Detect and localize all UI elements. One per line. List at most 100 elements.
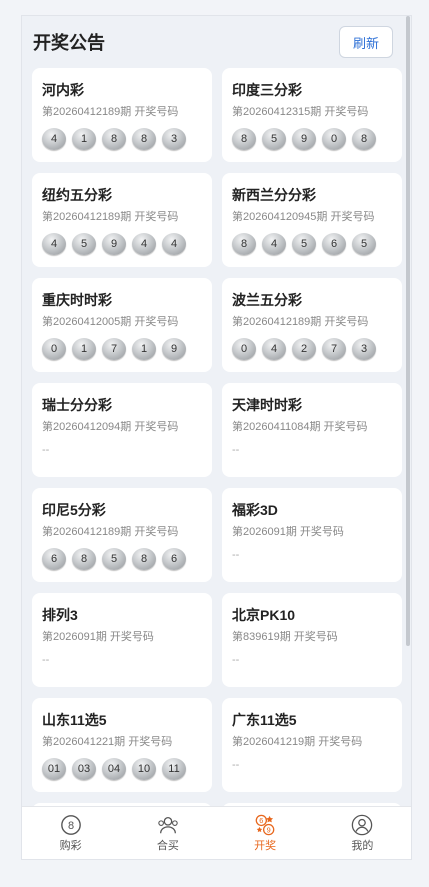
result-balls: 68586 <box>42 548 201 570</box>
tab-draw-results[interactable]: 6 9 开奖 <box>217 807 314 859</box>
refresh-button[interactable]: 刷新 <box>339 26 393 58</box>
group-icon <box>158 816 178 833</box>
lottery-name: 山东11选5 <box>42 712 107 728</box>
tab-label: 我的 <box>351 839 374 852</box>
result-ball: 6 <box>162 548 186 570</box>
lottery-issue: 第20260412189期 开奖号码 <box>42 526 179 538</box>
result-ball: 5 <box>72 233 96 255</box>
result-ball: 10 <box>132 758 156 780</box>
result-ball: 8 <box>352 128 376 150</box>
result-ball: 4 <box>262 233 286 255</box>
lottery-issue: 第839619期 开奖号码 <box>232 631 338 643</box>
no-result-placeholder: -- <box>42 444 50 456</box>
result-ball: 7 <box>322 338 346 360</box>
result-ball: 0 <box>322 128 346 150</box>
result-ball: 0 <box>232 338 256 360</box>
result-ball: 8 <box>72 548 96 570</box>
svg-text:8: 8 <box>68 820 74 832</box>
lottery-card[interactable]: 北京PK10 第839619期 开奖号码 -- <box>222 593 402 687</box>
lottery-name: 波兰五分彩 <box>232 292 302 308</box>
app-frame: 开奖公告 刷新 河内彩 第20260412189期 开奖号码 4 1 8 8 3 印度三分彩第… <box>21 15 412 860</box>
lottery-card[interactable]: 印度三分彩 第20260412315期 开奖号码 8 5 9 0 8 <box>222 68 402 162</box>
result-ball: 3 <box>352 338 376 360</box>
result-ball: 3 <box>162 128 186 150</box>
result-ball: 4 <box>132 233 156 255</box>
result-ball: 9 <box>162 338 186 360</box>
result-balls: 01 03 04 10 11 <box>42 758 201 780</box>
result-ball: 1 <box>72 128 96 150</box>
lottery-issue: 第20260412189期 开奖号码 <box>42 106 179 118</box>
result-ball: 9 <box>102 233 126 255</box>
result-balls: 01719 <box>42 338 201 360</box>
lottery-card[interactable]: 排列3 第2026091期 开奖号码 -- <box>32 593 212 687</box>
result-ball: 8 <box>132 548 156 570</box>
lottery-issue: 第20260412315期 开奖号码 <box>232 106 369 118</box>
no-result-placeholder: -- <box>232 444 240 456</box>
result-balls: 41883 <box>42 128 201 150</box>
tab-buy[interactable]: 8 购彩 <box>22 807 119 859</box>
lottery-issue: 第20260412094期 开奖号码 <box>42 421 179 433</box>
header: 开奖公告 刷新 <box>22 16 403 68</box>
lottery-name: 纽约五分彩 <box>42 187 112 203</box>
lottery-issue: 第2026041219期 开奖号码 <box>232 736 363 748</box>
lottery-card[interactable]: 新西兰分分彩 第20260412094​5期 开奖号码 8 4 5 6 5 <box>222 173 402 267</box>
tab-profile[interactable]: 我的 <box>314 807 411 859</box>
lottery-ball-icon: 8 <box>60 814 81 835</box>
lottery-card[interactable]: 波兰五分彩 第20260412189期 开奖号码 0 4 2 7 3 <box>222 278 402 372</box>
no-result-placeholder: -- <box>232 759 240 771</box>
lottery-name: 排列3 <box>42 607 78 623</box>
result-ball: 1 <box>72 338 96 360</box>
result-ball: 8 <box>232 233 256 255</box>
result-balls: 04273 <box>232 338 391 360</box>
lottery-card[interactable]: 纽约五分彩 第20260412189期 开奖号码 4 5 9 4 4 <box>32 173 212 267</box>
lottery-name: 重庆时时彩 <box>42 292 112 308</box>
result-ball: 5 <box>352 233 376 255</box>
tab-label: 合买 <box>156 839 179 852</box>
lottery-card[interactable]: 印尼5分彩 第20260412189期 开奖号码 6 8 5 8 6 <box>32 488 212 582</box>
lottery-name: 印度三分彩 <box>232 82 302 98</box>
result-balls: 45944 <box>42 233 201 255</box>
result-ball: 2 <box>292 338 316 360</box>
tab-group-buy[interactable]: 合买 <box>119 807 216 859</box>
lottery-card[interactable]: 福彩3D 第2026091期 开奖号码 -- <box>222 488 402 582</box>
result-ball: 5 <box>262 128 286 150</box>
lottery-card[interactable]: 重庆时时彩 第20260412005期 开奖号码 0 1 7 1 9 <box>32 278 212 372</box>
result-ball: 6 <box>42 548 66 570</box>
svg-text:6: 6 <box>259 816 263 825</box>
lottery-name: 河内彩 <box>42 82 84 98</box>
lottery-name: 瑞士分分彩 <box>42 397 112 413</box>
scrollbar[interactable] <box>406 16 410 646</box>
lottery-name: 广东11选5 <box>232 712 297 728</box>
result-ball: 7 <box>102 338 126 360</box>
svg-text:9: 9 <box>267 825 271 834</box>
lottery-card[interactable]: 山东11选5 第2026041221期 开奖号码 01 03 04 10 11 <box>32 698 212 792</box>
result-ball: 9 <box>292 128 316 150</box>
lottery-grid: 河内彩 第20260412189期 开奖号码 4 1 8 8 3 印度三分彩 第20260412… <box>32 68 402 859</box>
lottery-card[interactable]: 河内彩 第20260412189期 开奖号码 4 1 8 8 3 <box>32 68 212 162</box>
lottery-issue: 第20260412189期 开奖号码 <box>42 211 179 223</box>
lottery-card[interactable]: 天津时时彩第20260411084期 开奖号码 -- <box>222 383 402 477</box>
user-icon <box>352 814 373 835</box>
lottery-name: 北京PK10 <box>232 607 296 623</box>
result-ball: 5 <box>292 233 316 255</box>
lottery-issue: 第20260412005期 开奖号码 <box>42 316 179 328</box>
lottery-issue: 第20260411084期 开奖号码 <box>232 421 368 433</box>
result-ball: 5 <box>102 548 126 570</box>
no-result-placeholder: -- <box>42 654 50 666</box>
lottery-issue: 第2026091期 开奖号码 <box>232 526 344 538</box>
result-ball: 8 <box>132 128 156 150</box>
lottery-issue: 第20260412094​5期 开奖号码 <box>232 211 375 223</box>
lottery-name: 福彩3D <box>232 502 278 518</box>
draw-result-icon: 6 9 <box>255 814 275 835</box>
result-ball: 1 <box>132 338 156 360</box>
lottery-issue: 第2026041221期 开奖号码 <box>42 736 173 748</box>
lottery-card[interactable]: 瑞士分分彩第20260412094期 开奖号码 -- <box>32 383 212 477</box>
result-ball: 11 <box>162 758 186 780</box>
result-ball: 8 <box>232 128 256 150</box>
lottery-card[interactable]: 广东11选5 第2026041219期 开奖号码 -- <box>222 698 402 792</box>
result-ball: 4 <box>42 233 66 255</box>
lottery-name: 天津时时彩 <box>232 397 302 413</box>
tab-label: 购彩 <box>59 839 82 852</box>
page-title: 开奖公告 <box>33 33 105 53</box>
result-ball: 0 <box>42 338 66 360</box>
